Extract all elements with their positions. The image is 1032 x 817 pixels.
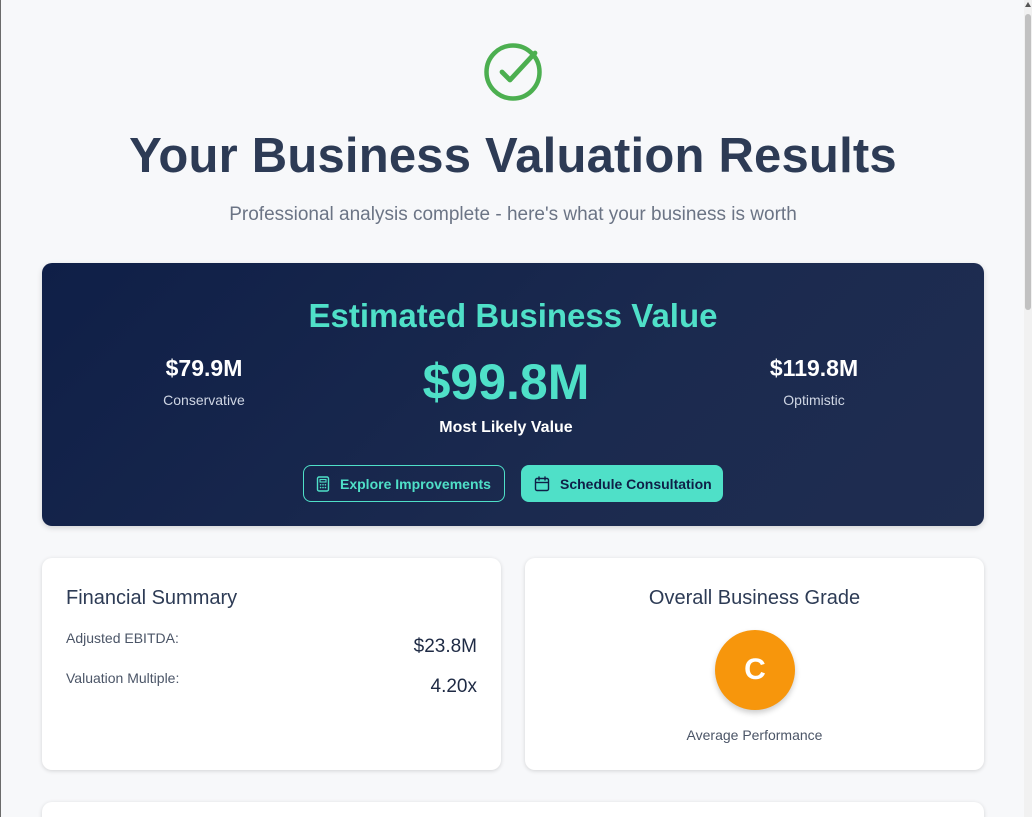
grade-badge: C (715, 630, 795, 710)
scroll-up-arrow-icon[interactable] (1025, 2, 1031, 7)
conservative-label: Conservative (163, 392, 245, 408)
optimistic-value: $119.8M Optimistic (714, 355, 914, 408)
ebitda-label: Adjusted EBITDA: (66, 630, 179, 646)
scrollbar-thumb[interactable] (1025, 14, 1031, 310)
grade-label: Average Performance (686, 727, 823, 743)
schedule-consultation-button[interactable]: Schedule Consultation (521, 465, 723, 502)
multiple-value: 4.20x (430, 676, 477, 697)
calendar-icon (534, 475, 550, 491)
financial-summary-card: Financial Summary Adjusted EBITDA: $23.8… (42, 558, 501, 770)
conservative-value: $79.9M Conservative (104, 355, 304, 408)
schedule-consultation-label: Schedule Consultation (560, 475, 712, 492)
financial-row-ebitda: Adjusted EBITDA: $23.8M (66, 630, 477, 658)
likely-value: $99.8M Most Likely Value (363, 353, 649, 437)
likely-amount: $99.8M (422, 354, 590, 410)
optimistic-amount: $119.8M (769, 355, 859, 381)
likely-label: Most Likely Value (439, 419, 573, 436)
multiple-label: Valuation Multiple: (66, 670, 180, 686)
financial-summary-title: Financial Summary (66, 587, 238, 609)
explore-improvements-label: Explore Improvements (340, 475, 491, 492)
next-section-card (42, 802, 984, 817)
ebitda-value: $23.8M (413, 636, 477, 657)
page-title: Your Business Valuation Results (129, 129, 897, 183)
explore-improvements-button[interactable]: Explore Improvements (303, 465, 505, 502)
calculator-icon (316, 475, 330, 492)
valuation-title: Estimated Business Value (308, 297, 718, 334)
optimistic-label: Optimistic (783, 392, 845, 408)
business-grade-title: Overall Business Grade (648, 587, 861, 609)
page-subtitle: Professional analysis complete - here's … (229, 204, 797, 225)
conservative-amount: $79.9M (165, 355, 243, 381)
business-grade-card: Overall Business Grade C Average Perform… (525, 558, 984, 770)
valuation-panel: Estimated Business Value $79.9M Conserva… (42, 263, 984, 526)
scrollbar[interactable] (1024, 0, 1032, 817)
check-circle-icon (484, 43, 542, 101)
financial-row-multiple: Valuation Multiple: 4.20x (66, 670, 477, 698)
